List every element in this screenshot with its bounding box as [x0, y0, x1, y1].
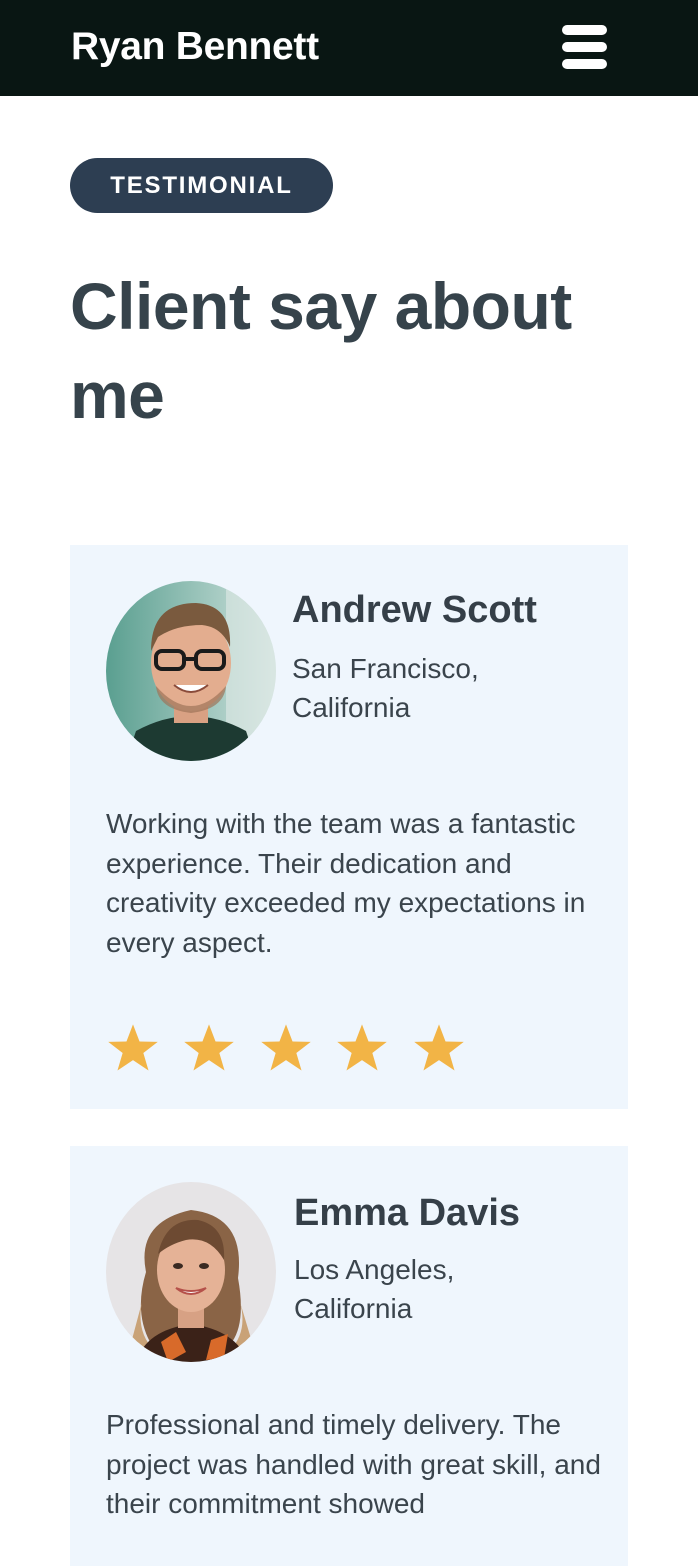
reviewer-name: Andrew Scott	[292, 589, 537, 631]
top-navigation-bar: Ryan Bennett	[0, 0, 698, 96]
star-rating	[106, 1021, 484, 1077]
hamburger-menu-icon[interactable]	[556, 22, 612, 74]
star-icon	[337, 1024, 388, 1071]
reviewer-location: Los Angeles, California	[294, 1254, 455, 1324]
avatar	[106, 581, 276, 761]
menu-bar-middle	[562, 42, 607, 52]
star-icon	[414, 1024, 464, 1071]
testimonial-card: Emma Davis Los Angeles, California Profe…	[70, 1146, 628, 1566]
star-icon	[108, 1024, 158, 1071]
section-title: Client say about me	[70, 269, 572, 432]
star-icon	[184, 1024, 235, 1071]
site-brand[interactable]: Ryan Bennett	[71, 24, 319, 70]
menu-bar-bottom	[562, 59, 607, 69]
avatar-woman-photo	[106, 1182, 276, 1362]
reviewer-location: San Francisco, California	[292, 653, 479, 723]
avatar-man-photo	[106, 581, 276, 761]
star-icon	[261, 1024, 311, 1071]
testimonial-quote: Professional and timely delivery. The pr…	[106, 1409, 601, 1519]
testimonial-quote: Working with the team was a fantastic ex…	[106, 808, 586, 958]
menu-bar-top	[562, 25, 607, 35]
reviewer-name: Emma Davis	[294, 1192, 521, 1234]
section-tag: TESTIMONIAL	[70, 158, 333, 213]
avatar	[106, 1182, 276, 1362]
testimonial-card: Andrew Scott San Francisco, California W…	[70, 545, 628, 1109]
